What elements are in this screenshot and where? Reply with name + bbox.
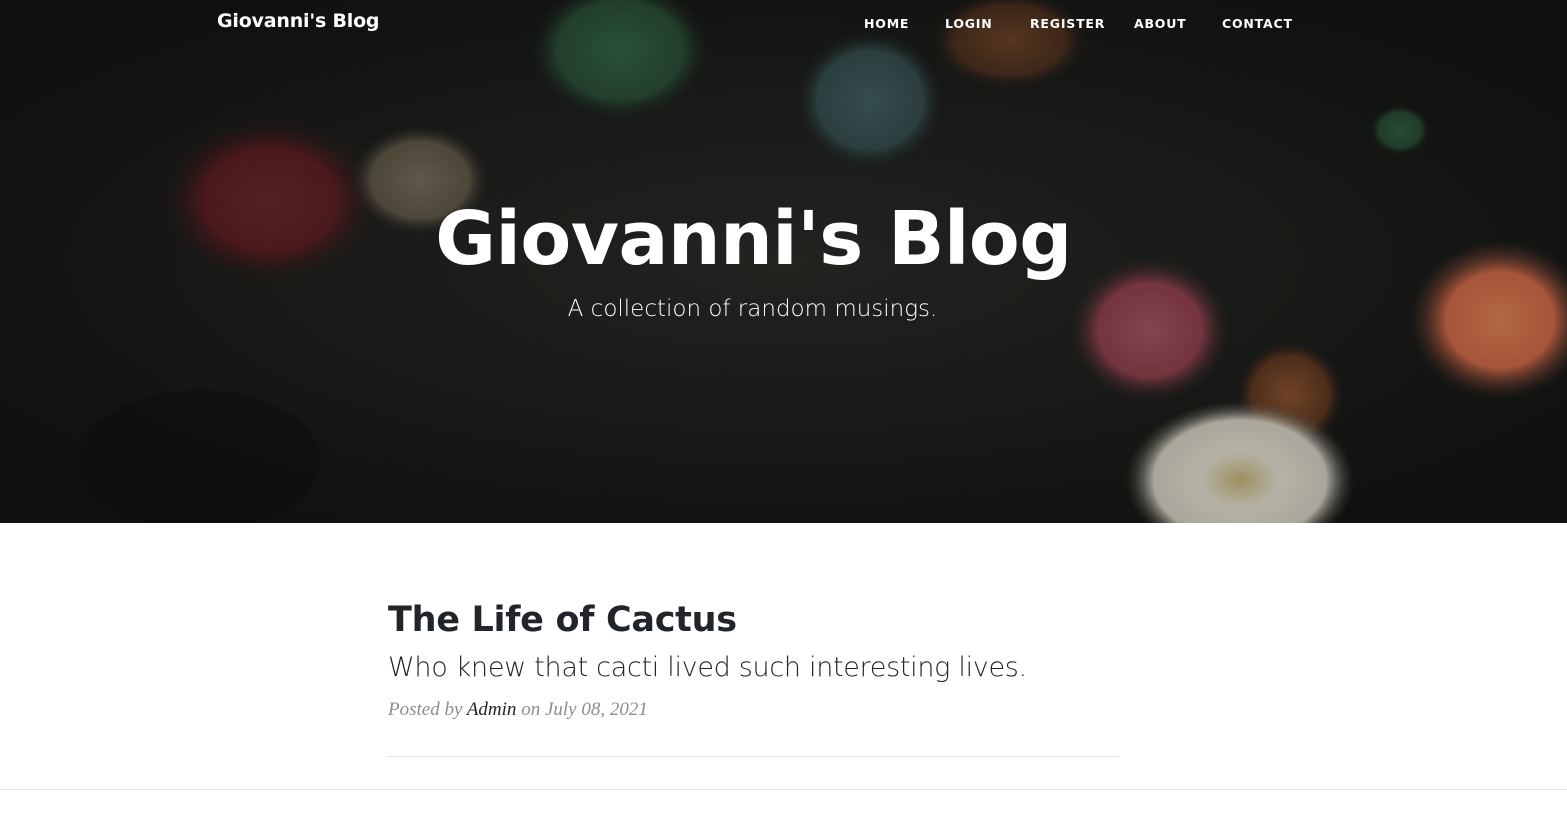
post-meta-on: on — [521, 699, 541, 720]
nav-link-about[interactable]: ABOUT — [1134, 16, 1187, 31]
post-date: July 08, 2021 — [544, 699, 648, 720]
nav-link-register[interactable]: REGISTER — [1030, 16, 1105, 31]
hero-subtitle: A collection of random musings. — [567, 296, 938, 322]
post-title-link[interactable]: The Life of Cactus — [388, 600, 1119, 640]
masthead-header: Giovanni's Blog HOME LOGIN REGISTER ABOU… — [0, 0, 1567, 523]
nav-link-login[interactable]: LOGIN — [945, 16, 993, 31]
post-meta: Posted by Admin on July 08, 2021 — [388, 699, 1119, 721]
section-divider — [0, 789, 1567, 790]
post-author-link[interactable]: Admin — [467, 699, 517, 720]
nav-link-home[interactable]: HOME — [864, 16, 909, 31]
nav-link-contact[interactable]: CONTACT — [1222, 16, 1293, 31]
post-divider — [388, 756, 1119, 757]
post-subtitle[interactable]: Who knew that cacti lived such interesti… — [388, 652, 1119, 683]
post-preview: The Life of Cactus Who knew that cacti l… — [388, 600, 1119, 721]
hero-title: Giovanni's Blog — [435, 196, 1072, 282]
main-navigation: HOME LOGIN REGISTER ABOUT CONTACT — [0, 16, 1567, 36]
post-meta-prefix: Posted by — [388, 699, 463, 720]
